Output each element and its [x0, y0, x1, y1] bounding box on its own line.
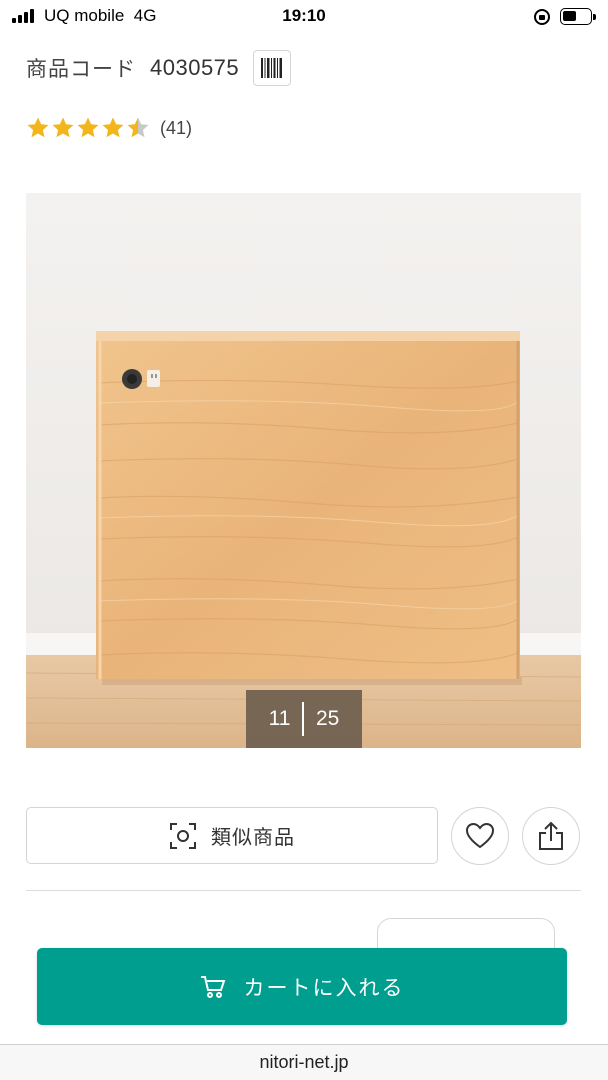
product-code-value: 4030575: [150, 55, 240, 80]
star-icon: [27, 117, 49, 138]
star-icon: [52, 117, 74, 138]
status-bar: UQ mobile 4G 19:10: [0, 0, 608, 34]
image-current: 11: [268, 707, 291, 730]
star-icon: [127, 117, 149, 138]
product-code-label: 商品コード: [26, 57, 136, 81]
section-divider: [26, 890, 581, 891]
review-count: (41): [160, 117, 193, 138]
star-icon: [102, 117, 124, 138]
add-to-cart-button[interactable]: カートに入れる: [37, 948, 567, 1025]
image-search-icon: [170, 822, 196, 849]
cart-icon: [200, 975, 225, 998]
image-total: 25: [315, 707, 340, 730]
star-icon: [77, 117, 99, 138]
product-code-row: 商品コード 4030575: [26, 50, 292, 86]
image-counter: 11 25: [246, 690, 362, 748]
add-to-cart-label: カートに入れる: [243, 975, 405, 1000]
rating-stars: [26, 116, 150, 140]
barcode-icon: [261, 58, 283, 78]
clock: 19:10: [282, 6, 326, 25]
barcode-button[interactable]: [253, 50, 292, 86]
share-icon: [539, 821, 563, 850]
product-photo: [26, 193, 581, 748]
url-text: nitori-net.jp: [259, 1052, 349, 1072]
share-button[interactable]: [522, 807, 580, 865]
counter-divider: [302, 702, 304, 736]
similar-products-label: 類似商品: [211, 825, 295, 849]
favorite-button[interactable]: [451, 807, 509, 865]
similar-products-button[interactable]: 類似商品: [26, 807, 438, 864]
heart-icon: [465, 822, 495, 849]
battery-icon: [560, 8, 596, 25]
rating[interactable]: (41): [26, 116, 192, 140]
browser-url-bar[interactable]: nitori-net.jp: [0, 1044, 608, 1080]
product-image[interactable]: 11 25: [26, 193, 581, 748]
orientation-lock-icon: [534, 9, 550, 25]
